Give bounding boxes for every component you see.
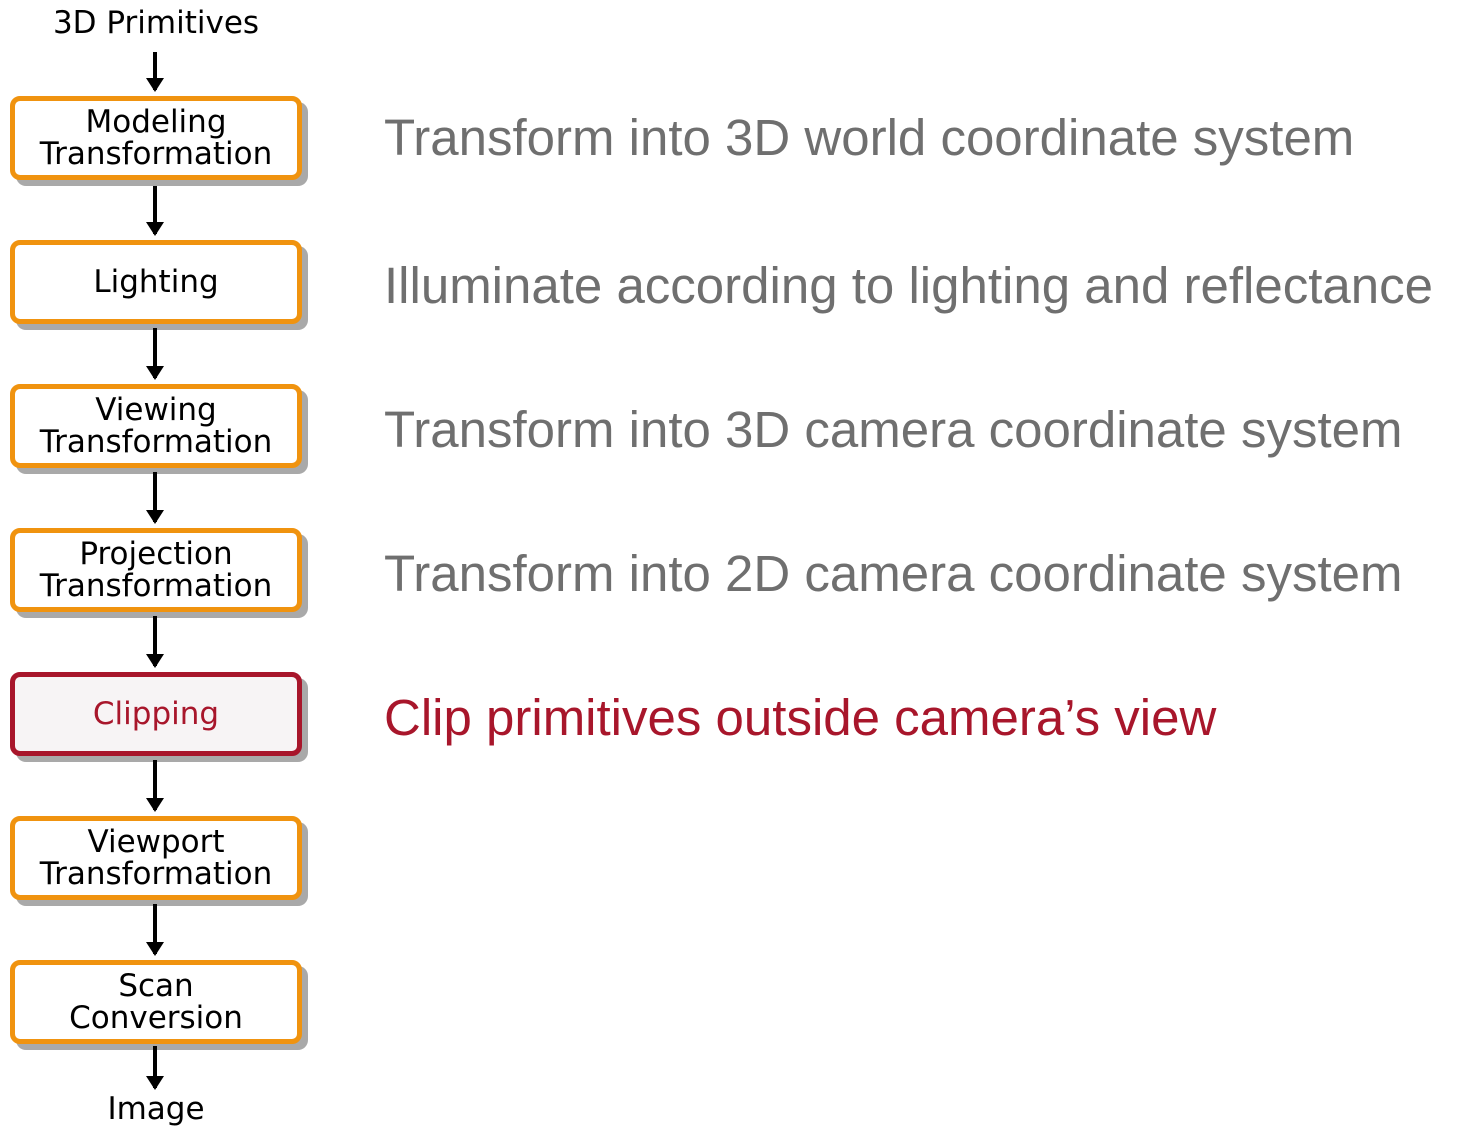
description-clipping: Clip primitives outside camera’s view xyxy=(384,689,1217,746)
stage-label: Clipping xyxy=(92,696,220,732)
arrow-down-icon xyxy=(146,616,164,668)
stage-viewport-transformation: Viewport Transformation xyxy=(10,816,302,900)
description-projection-transformation: Transform into 2D camera coordinate syst… xyxy=(384,545,1403,602)
arrow-down-icon xyxy=(146,760,164,812)
arrow-down-icon xyxy=(146,472,164,524)
arrow-down-icon xyxy=(146,186,164,236)
description-viewing-transformation: Transform into 3D camera coordinate syst… xyxy=(384,401,1403,458)
stage-label: Modeling Transformation xyxy=(39,104,273,172)
description-modeling-transformation: Transform into 3D world coordinate syste… xyxy=(384,109,1355,166)
pipeline-input-label: 3D Primitives xyxy=(52,5,260,41)
stage-scan-conversion: Scan Conversion xyxy=(10,960,302,1044)
pipeline-output-label: Image xyxy=(107,1091,205,1127)
stage-label: Viewing Transformation xyxy=(39,392,273,460)
stage-projection-transformation: Projection Transformation xyxy=(10,528,302,612)
stage-label: Viewport Transformation xyxy=(39,824,273,892)
description-lighting: Illuminate according to lighting and ref… xyxy=(384,257,1433,314)
stage-clipping: Clipping xyxy=(10,672,302,756)
stage-label: Projection Transformation xyxy=(39,536,273,604)
stage-label: Scan Conversion xyxy=(69,968,243,1036)
arrow-down-icon xyxy=(146,328,164,380)
arrow-down-icon xyxy=(146,52,164,92)
stage-modeling-transformation: Modeling Transformation xyxy=(10,96,302,180)
stage-lighting: Lighting xyxy=(10,240,302,324)
stage-label: Lighting xyxy=(93,264,219,300)
arrow-down-icon xyxy=(146,1046,164,1090)
stage-viewing-transformation: Viewing Transformation xyxy=(10,384,302,468)
arrow-down-icon xyxy=(146,904,164,956)
